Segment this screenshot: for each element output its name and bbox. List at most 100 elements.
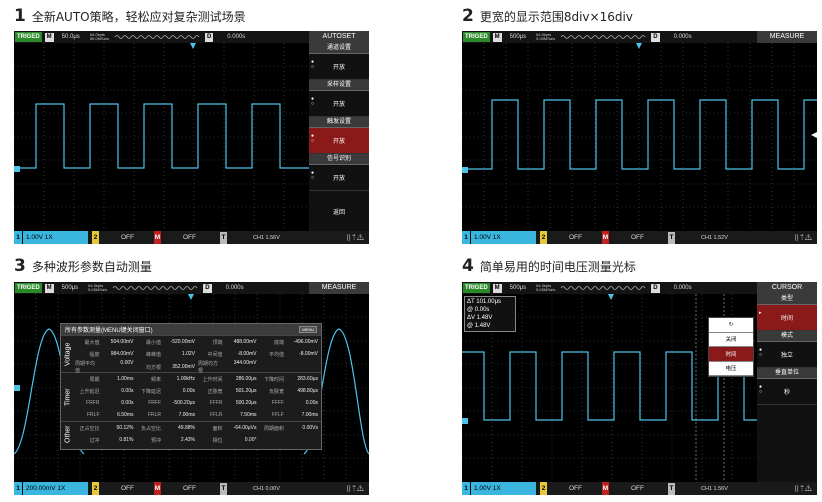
measurement-name: 上升延迟 [79, 388, 100, 395]
horizontal-position: 0.000s [225, 285, 244, 291]
menu-item-unit[interactable]: ● ○ 秒 [757, 379, 817, 405]
measurement-row: 上升延迟 0.00s 下降延迟 0.00s 正脉宽 501.20μs 负脉宽 498.80μs [75, 385, 321, 397]
ch1-badge[interactable]: 1 [14, 231, 22, 244]
menu-item-value: 秒 [783, 390, 790, 396]
math-badge[interactable]: M [602, 231, 609, 244]
math-badge[interactable]: M [154, 231, 161, 244]
measurement-name: 正占空比 [79, 425, 100, 432]
memory-overview-icon [113, 286, 198, 290]
sample-rate-value: 5.00MSa/s [536, 36, 556, 41]
ch2-status: OFF [569, 234, 582, 241]
trigger-marker-icon[interactable] [188, 294, 194, 300]
ch2-badge[interactable]: 2 [92, 482, 99, 495]
ch2-badge[interactable]: 2 [540, 482, 547, 495]
measurement-cell: 相位 0.00° [198, 437, 260, 444]
trigger-badge[interactable]: T [668, 231, 675, 244]
delay-badge: D [204, 32, 214, 42]
ch1-badge[interactable]: 1 [14, 482, 22, 495]
back-button[interactable]: 返回 [309, 191, 369, 231]
rotate-icon: ↻ [709, 318, 753, 333]
measurement-cell: 上升延迟 0.00s [75, 388, 137, 395]
ch1-marker-icon[interactable] [462, 167, 468, 173]
measurement-value: 352.00mV [172, 363, 195, 370]
scope-screen-wide: TRIGED M 500μs 64.0kpts 5.00MSa/s D 0.000… [462, 31, 817, 244]
timebase-value: 500μs [509, 285, 527, 291]
measurement-value: 504.00mV [110, 338, 134, 345]
measurement-value: 0.00s [121, 387, 134, 394]
popup-option-voltage[interactable]: 电压 [709, 362, 753, 376]
menu-item-signal[interactable]: ● ○ 开放 [309, 165, 369, 191]
ch1-badge[interactable]: 1 [462, 482, 470, 495]
measurement-value: 7.00ms [301, 412, 318, 418]
ch1-marker-icon[interactable] [462, 418, 468, 424]
measurement-cell: 周期均方根 344.00mV [198, 360, 260, 374]
math-badge[interactable]: M [154, 482, 161, 495]
measurement-name: 均方根 [145, 364, 161, 371]
channel-bar: 1 1.00V 1X 2 OFF M OFF T CH1 1.56V ⌷⇡⚠ [14, 231, 369, 244]
ch1-scale[interactable]: 200.00mV 1X [22, 482, 88, 495]
cursor-readout: ΔT 101.00μs @ 0.00s ΔV 1.48V @ 1.48V [464, 296, 516, 332]
menu-close-button[interactable]: MENU [299, 326, 317, 333]
math-badge[interactable]: M [602, 482, 609, 495]
measurement-value: -520.00mV [170, 338, 195, 345]
menu-item-value: 开放 [332, 102, 345, 108]
measurement-cell: 过冲 0.81% [75, 437, 137, 444]
measurement-name: 周期面积 [263, 425, 284, 432]
mode-label: MEASURE [757, 31, 817, 43]
ch1-marker-icon[interactable] [14, 385, 20, 391]
measurement-name: 最小值 [145, 339, 161, 346]
measurement-value: 1.00kHz [176, 375, 195, 382]
radio-icon: ● ○ [311, 59, 315, 70]
measurement-cell: 面积 -64.00μVs [198, 425, 260, 432]
status-bar: TRIGED M 500μs 64.0kpts 5.00MSa/s D 0.000… [462, 282, 817, 294]
sample-rate: 64.0kpts 5.00MSa/s [536, 33, 555, 41]
measurement-cell: FFFR 500.20μs [198, 400, 260, 406]
measurement-cell: 最大值 504.00mV [75, 339, 137, 346]
scope-screen-measure: TRIGED M 500μs 64.0kpts 5.00MSa/s D 0.000… [14, 282, 369, 495]
trigger-marker-icon[interactable] [636, 43, 642, 49]
measurement-name: FFLR [210, 412, 223, 418]
main-timebase-badge: M [44, 283, 54, 293]
measurement-cell: 均方根 352.00mV [137, 364, 199, 371]
measurement-cell: 周期平均值 0.00V [75, 360, 137, 374]
caption-number: 3 [14, 256, 26, 276]
measurement-name: FRFR [86, 400, 100, 406]
menu-item-sampling[interactable]: ● ○ 开放 [309, 91, 369, 117]
ch1-scale[interactable]: 1.00V 1X [22, 231, 88, 244]
menu-item-mode[interactable]: ● ○ 独立 [757, 342, 817, 368]
menu-item-channel[interactable]: ● ○ 开放 [309, 54, 369, 80]
trigger-marker-icon[interactable] [190, 43, 196, 49]
menu-item-trigger[interactable]: ● ○ 开放 [309, 128, 369, 154]
menu-item-type[interactable]: ▸ 时间 [757, 305, 817, 331]
sample-rate: 64.0kpts 5.00MSa/s [536, 284, 555, 292]
measurement-cell: 负脉宽 498.80μs [260, 388, 322, 395]
popup-option-time[interactable]: 时间 [709, 347, 753, 362]
delta-voltage-at: @ 1.48V [467, 323, 491, 329]
caption-number: 1 [14, 6, 26, 26]
measurement-name: 负脉宽 [268, 388, 284, 395]
main-timebase-badge: M [44, 32, 54, 42]
usb-lock-icons: ⌷⇡⚠ [346, 483, 365, 493]
trigger-badge[interactable]: T [220, 231, 227, 244]
memory-overview-icon [114, 35, 200, 39]
ch2-status: OFF [121, 485, 134, 492]
ch1-badge[interactable]: 1 [462, 231, 470, 244]
ch1-marker-icon[interactable] [14, 166, 20, 172]
measurement-name: FFFF [271, 400, 284, 406]
ch2-badge[interactable]: 2 [92, 231, 99, 244]
popup-option-off[interactable]: 关闭 [709, 333, 753, 347]
ch2-badge[interactable]: 2 [540, 231, 547, 244]
status-bar: TRIGED M 500μs 64.0kpts 5.00MSa/s D 0.000… [462, 31, 817, 43]
measurement-name: 相位 [212, 437, 223, 444]
ch1-waveform [14, 103, 309, 169]
trigger-badge[interactable]: T [668, 482, 675, 495]
measurement-row: 正占空比 50.12% 负占空比 49.88% 面积 -64.00μVs 周期面积 0.00V… [75, 422, 321, 434]
measurement-value: 49.88% [178, 424, 195, 431]
ch1-scale[interactable]: 1.00V 1X [470, 231, 536, 244]
measurement-value: 7.00ms [178, 412, 195, 418]
ch1-scale[interactable]: 1.00V 1X [470, 482, 536, 495]
trigger-status: TRIGED [15, 283, 42, 293]
trigger-badge[interactable]: T [220, 482, 227, 495]
trigger-marker-icon[interactable] [608, 294, 614, 300]
measurement-value: 0.00s [305, 400, 318, 406]
